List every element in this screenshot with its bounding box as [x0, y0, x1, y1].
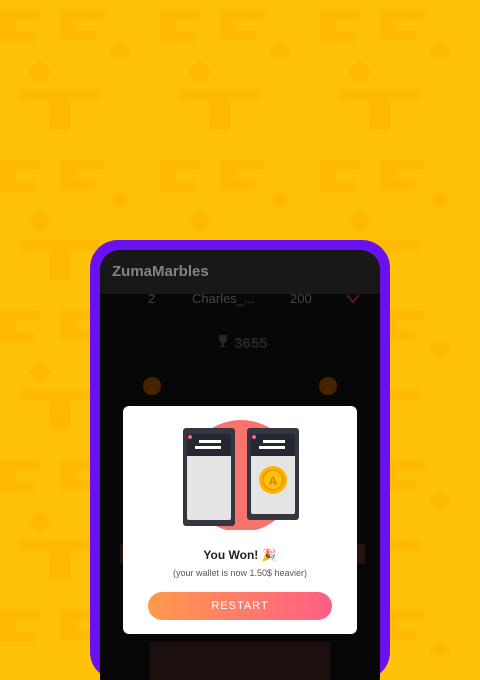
restart-button[interactable]: RESTART [148, 592, 332, 620]
dialog-title: You Won! 🎉 [203, 548, 277, 562]
dialog-subtitle: (your wallet is now 1.50$ heavier) [172, 568, 308, 578]
wallet-phones-illustration: A [183, 420, 299, 530]
win-dialog: A You Won! 🎉 (your wallet is now 1.50$ h… [123, 406, 357, 634]
coin-letter: A [269, 474, 278, 488]
